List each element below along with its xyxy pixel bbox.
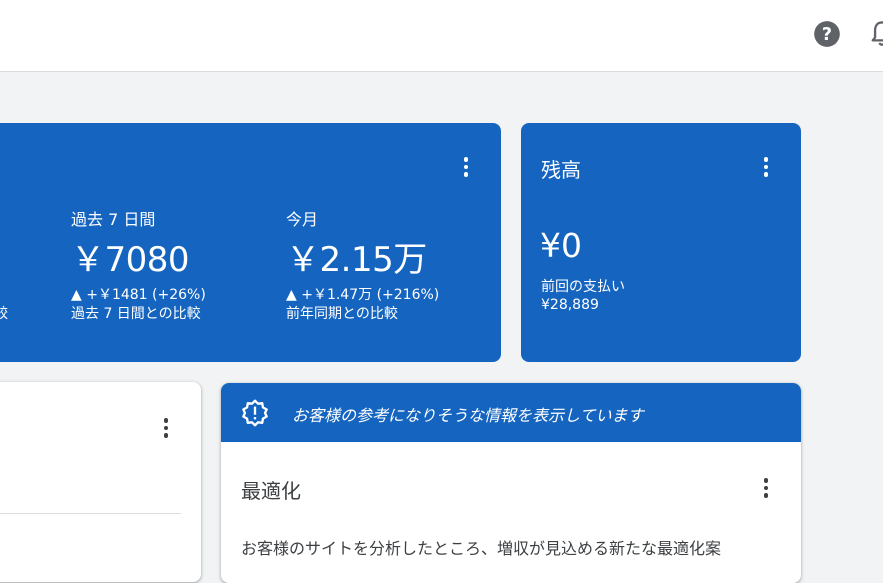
stat-label: 過去 7 日間 bbox=[71, 210, 156, 229]
left-card bbox=[0, 382, 201, 582]
balance-value: ¥0 bbox=[540, 226, 582, 265]
bell-icon[interactable] bbox=[868, 19, 883, 49]
optimization-more-menu-icon[interactable] bbox=[754, 476, 778, 500]
stat-label: 今月 bbox=[286, 210, 319, 229]
stat-value: ￥2.15万 bbox=[286, 240, 427, 280]
insights-banner: お客様の参考になりそうな情報を表示しています bbox=[221, 383, 801, 442]
optimization-body: お客様のサイトを分析したところ、増収が見込める新たな最適化案 bbox=[241, 539, 722, 558]
alert-badge-icon bbox=[242, 399, 268, 427]
stat-delta: ▲ +￥1.47万 (+216%) bbox=[286, 287, 440, 303]
earnings-more-menu-icon[interactable] bbox=[454, 155, 478, 179]
divider bbox=[0, 513, 181, 514]
left-card-more-menu-icon[interactable] bbox=[154, 416, 178, 440]
earnings-card: 比較 過去 7 日間 ￥7080 ▲ +￥1481 (+26%) 過去 7 日間… bbox=[0, 123, 501, 362]
balance-card: 残高 ¥0 前回の支払い ¥28,889 bbox=[521, 123, 801, 362]
stat-compare: 前年同期との比較 bbox=[286, 306, 398, 322]
balance-title: 残高 bbox=[541, 158, 581, 182]
optimization-title: 最適化 bbox=[241, 479, 301, 503]
earnings-partial-compare: 比較 bbox=[0, 306, 8, 322]
last-payment-amount: ¥28,889 bbox=[541, 297, 599, 313]
svg-text:?: ? bbox=[822, 25, 832, 45]
insights-card: お客様の参考になりそうな情報を表示しています 最適化 お客様のサイトを分析したと… bbox=[221, 383, 801, 583]
stat-delta: ▲ +￥1481 (+26%) bbox=[71, 287, 206, 303]
last-payment-label: 前回の支払い bbox=[541, 279, 625, 295]
insights-banner-text: お客様の参考になりそうな情報を表示しています bbox=[292, 406, 644, 425]
help-circle-icon[interactable]: ? bbox=[813, 20, 841, 48]
stat-compare: 過去 7 日間との比較 bbox=[71, 306, 201, 322]
stat-value: ￥7080 bbox=[71, 240, 190, 280]
top-app-bar: ? bbox=[0, 0, 883, 72]
balance-more-menu-icon[interactable] bbox=[754, 155, 778, 179]
